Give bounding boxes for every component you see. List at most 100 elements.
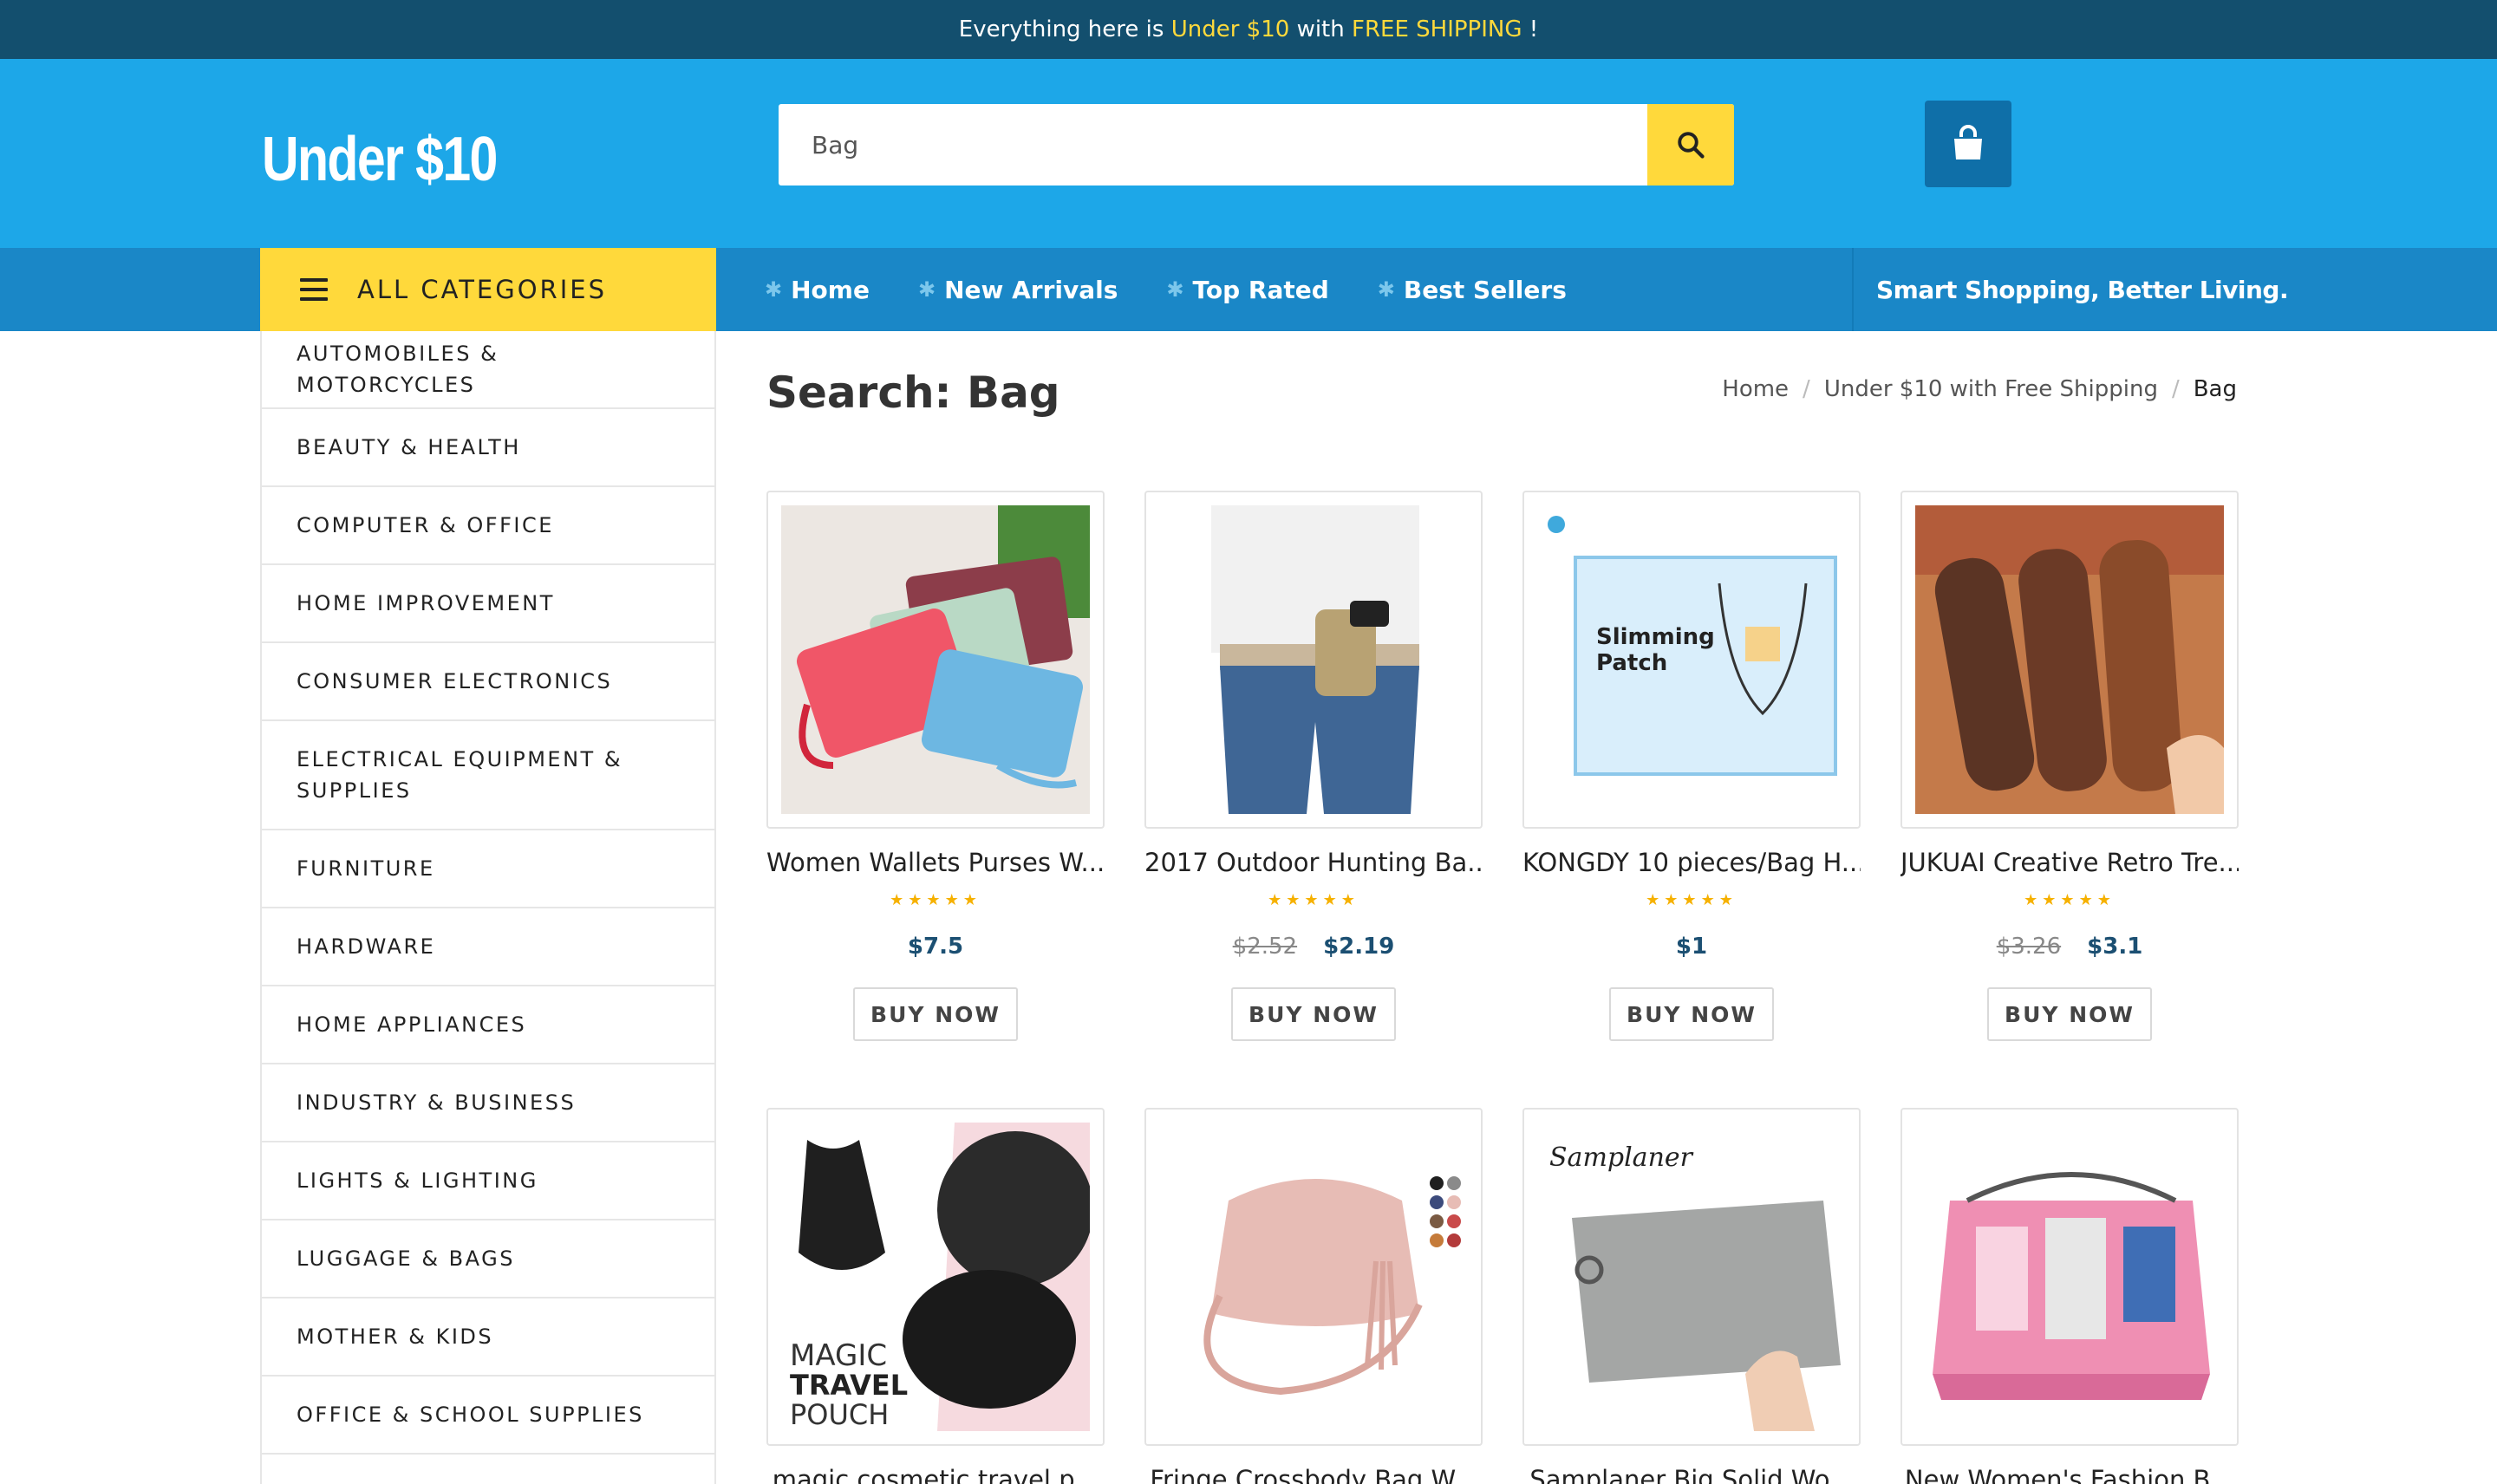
announcement-shipping: FREE SHIPPING [1352,16,1522,42]
category-item[interactable]: HARDWARE [262,908,714,986]
gear-icon: ✱ [917,277,936,302]
product-name[interactable]: Fringe Crossbody Bag W... [1144,1465,1483,1484]
product-card: 2017 Outdoor Hunting Ba... ★★★★★ $2.52 $2… [1144,491,1483,1041]
product-image[interactable] [1144,491,1483,829]
clutch-bag-image: Samplaner [1537,1123,1846,1431]
product-old-price: $2.52 [1232,934,1298,960]
category-item[interactable]: HOME IMPROVEMENT [262,565,714,643]
product-image[interactable] [1900,491,2239,829]
product-card: Samplaner Samplaner Big Solid Wo... [1522,1108,1861,1484]
buy-now-button[interactable]: BUY NOW [1231,987,1396,1041]
gear-icon: ✱ [1377,277,1395,302]
slimming-patch-image: Slimming Patch [1537,505,1846,814]
product-price: $1 [1675,934,1708,960]
site-header: Under $10 [0,59,2497,248]
nav-link-label: Home [791,275,870,304]
nav-link-top-rated[interactable]: ✱ Top Rated [1166,276,1328,304]
pouch-text-2: TRAVEL [790,1369,908,1402]
product-price-block: $3.26 $3.1 [1900,934,2239,960]
gear-icon: ✱ [1166,277,1184,302]
nav-link-label: New Arrivals [944,275,1118,304]
announcement-text-1: Everything here is [958,16,1164,42]
rating-stars: ★★★★★ [1268,891,1359,909]
category-item[interactable]: CONSUMER ELECTRONICS [262,643,714,721]
nav-link-home[interactable]: ✱ Home [765,276,870,304]
category-item[interactable]: LUGGAGE & BAGS [262,1220,714,1298]
product-card: Slimming Patch KONGDY 10 pieces/Bag H...… [1522,491,1861,1041]
buy-now-button[interactable]: BUY NOW [853,987,1018,1041]
announcement-text-2: with [1296,16,1345,42]
breadcrumb-category[interactable]: Under $10 with Free Shipping [1824,376,2158,402]
product-price-block: $7.5 [766,934,1105,960]
product-image[interactable] [1144,1108,1483,1446]
breadcrumb-separator: / [1803,376,1810,402]
all-categories-button[interactable]: ALL CATEGORIES [260,248,716,331]
buy-now-button[interactable]: BUY NOW [1609,987,1774,1041]
breadcrumb-home[interactable]: Home [1722,376,1789,402]
rating-stars: ★★★★★ [890,891,981,909]
product-card: Fringe Crossbody Bag W... [1144,1108,1483,1484]
pencil-case-image [1915,505,2224,814]
organizer-bag-image [1915,1123,2224,1431]
product-image[interactable]: MAGIC TRAVEL POUCH [766,1108,1105,1446]
patch-text-1: Slimming [1596,624,1715,650]
page-title: Search: Bag [766,368,1060,418]
announcement-bar: Everything here is Under $10 with FREE S… [0,0,2497,59]
category-item[interactable]: ELECTRICAL EQUIPMENT & SUPPLIES [262,721,714,830]
product-name[interactable]: New Women's Fashion B... [1900,1465,2239,1484]
cart-button[interactable] [1925,101,2011,187]
product-image[interactable]: Slimming Patch [1522,491,1861,829]
travel-pouch-image: MAGIC TRAVEL POUCH [781,1123,1090,1431]
category-item[interactable]: FURNITURE [262,830,714,908]
category-item[interactable]: HOME APPLIANCES [262,986,714,1064]
product-name[interactable]: Women Wallets Purses W... [766,848,1105,877]
category-item[interactable]: OFFICE & SCHOOL SUPPLIES [262,1377,714,1455]
site-logo[interactable]: Under $10 [262,128,498,191]
nav-link-label: Top Rated [1192,275,1329,304]
category-item[interactable]: INDUSTRY & BUSINESS [262,1064,714,1142]
hunting-bag-image [1159,505,1468,814]
product-image[interactable] [1900,1108,2239,1446]
category-item[interactable]: AUTOMOBILES & MOTORCYCLES [262,331,714,409]
buy-now-button[interactable]: BUY NOW [1987,987,2152,1041]
product-old-price: $3.26 [1996,934,2062,960]
product-name[interactable]: 2017 Outdoor Hunting Ba... [1144,848,1483,877]
product-image[interactable] [766,491,1105,829]
tagline: Smart Shopping, Better Living. [1876,275,2289,304]
rating-stars: ★★★★★ [2024,891,2116,909]
crossbody-bag-image [1159,1123,1468,1431]
search-bar [779,104,1734,186]
wallet-image [781,505,1090,814]
nav-link-label: Best Sellers [1403,275,1567,304]
product-card: JUKUAI Creative Retro Tre... ★★★★★ $3.26… [1900,491,2239,1041]
product-price: $2.19 [1323,934,1395,960]
nav-link-new-arrivals[interactable]: ✱ New Arrivals [918,276,1118,304]
pouch-text-3: POUCH [790,1398,889,1431]
product-name[interactable]: JUKUAI Creative Retro Tre... [1900,848,2239,877]
brand-text: Samplaner [1549,1142,1694,1173]
product-card: MAGIC TRAVEL POUCH magic cosmetic travel… [766,1108,1105,1484]
gear-icon: ✱ [765,277,783,302]
category-item[interactable]: LIGHTS & LIGHTING [262,1142,714,1220]
announcement-text-3: ! [1529,16,1539,42]
main-nav: ALL CATEGORIES ✱ Home ✱ New Arrivals ✱ Top … [0,248,2497,331]
breadcrumb: Home / Under $10 with Free Shipping / Ba… [1722,376,2237,402]
product-name[interactable]: magic cosmetic travel p... [766,1465,1105,1484]
product-card: Women Wallets Purses W... ★★★★★ $7.5 BUY… [766,491,1105,1041]
category-item[interactable]: BEAUTY & HEALTH [262,409,714,487]
search-button[interactable] [1647,104,1734,186]
product-name[interactable]: Samplaner Big Solid Wo... [1522,1465,1861,1484]
product-price-block: $1 [1522,934,1861,960]
announcement-price: Under $10 [1170,16,1290,42]
product-price: $7.5 [907,934,964,960]
nav-link-best-sellers[interactable]: ✱ Best Sellers [1378,276,1567,304]
product-image[interactable]: Samplaner [1522,1108,1861,1446]
category-sidebar: AUTOMOBILES & MOTORCYCLES BEAUTY & HEALT… [260,331,716,1484]
category-item[interactable]: MOTHER & KIDS [262,1298,714,1377]
search-input[interactable] [779,104,1646,186]
product-card: New Women's Fashion B... [1900,1108,2239,1484]
hamburger-menu-icon [300,278,328,301]
category-item[interactable]: COMPUTER & OFFICE [262,487,714,565]
product-name[interactable]: KONGDY 10 pieces/Bag H... [1522,848,1861,877]
patch-text-2: Patch [1596,650,1667,676]
